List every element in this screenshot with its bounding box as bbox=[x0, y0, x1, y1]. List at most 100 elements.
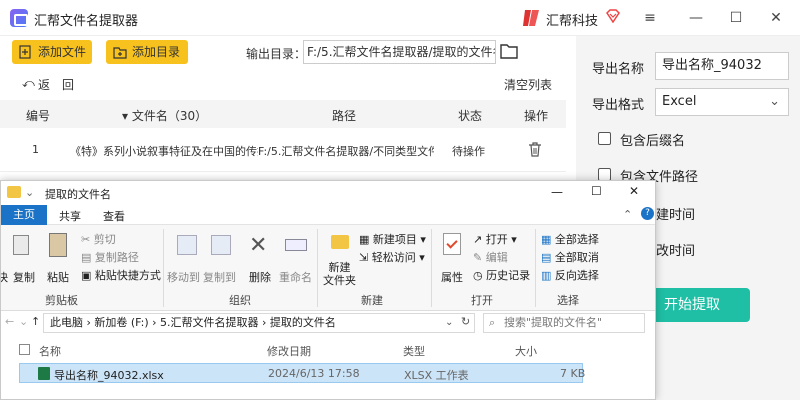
app-titlebar: 汇帮文件名提取器 汇帮科技 ≡ — ☐ ✕ bbox=[0, 0, 800, 36]
explorer-titlebar: ⌄ 提取的文件名 — ☐ ✕ bbox=[1, 181, 655, 205]
easy-access-icon: ⇲ bbox=[359, 251, 372, 264]
explorer-maximize-button[interactable]: ☐ bbox=[591, 184, 602, 198]
folder-icon bbox=[7, 186, 21, 198]
edit-icon: ✎ bbox=[473, 251, 486, 264]
file-size: 7 KB bbox=[560, 367, 586, 380]
invert-selection-icon: ▥ bbox=[541, 269, 555, 282]
export-format-value: Excel bbox=[662, 94, 697, 109]
explorer-close-button[interactable]: ✕ bbox=[629, 184, 639, 198]
suffix-checkbox[interactable] bbox=[598, 132, 611, 145]
invert-selection-button[interactable]: ▥ 反向选择 bbox=[541, 267, 599, 283]
col-name[interactable]: 名称 bbox=[39, 343, 61, 359]
select-all-icon: ▦ bbox=[541, 233, 555, 246]
search-placeholder: 搜索"提取的文件名" bbox=[504, 316, 603, 329]
col-size[interactable]: 大小 bbox=[515, 343, 537, 359]
app-title: 汇帮文件名提取器 bbox=[34, 14, 139, 29]
col-status: 状态 bbox=[458, 109, 483, 123]
back-arrow-icon[interactable]: ⤺ bbox=[22, 76, 35, 91]
search-icon: ⌕ bbox=[489, 316, 496, 329]
help-icon[interactable]: ? bbox=[641, 207, 654, 220]
menu-icon[interactable]: ≡ bbox=[640, 8, 660, 28]
rename-button[interactable]: 重命名 bbox=[279, 269, 312, 285]
explorer-window: ⌄ 提取的文件名 — ☐ ✕ 主页 共享 查看 ⌃ ? 快 复制 粘贴 ✂ 剪切… bbox=[0, 180, 656, 400]
edit-button[interactable]: ✎ 编辑 bbox=[473, 249, 508, 265]
select-all-checkbox[interactable] bbox=[19, 344, 30, 355]
open-group-label: 打开 bbox=[471, 294, 493, 307]
select-all-button[interactable]: ▦ 全部选择 bbox=[541, 231, 599, 247]
explorer-tabs: 主页 共享 查看 ⌃ ? bbox=[1, 205, 655, 225]
easy-access-button[interactable]: ⇲ 轻松访问 ▾ bbox=[359, 249, 425, 265]
nav-parent-icon[interactable]: ↑ bbox=[31, 315, 40, 328]
col-type[interactable]: 类型 bbox=[403, 343, 425, 359]
file-name: 导出名称_94032.xlsx bbox=[54, 369, 164, 382]
properties-button[interactable]: 属性 bbox=[441, 269, 463, 285]
row-status: 待操作 bbox=[452, 145, 485, 158]
home-button[interactable]: 回 bbox=[62, 76, 74, 93]
ribbon-collapse-icon[interactable]: ⌃ bbox=[623, 208, 632, 221]
address-path-field[interactable]: 此电脑 › 新加卷 (F:) › 5.汇帮文件名提取器 › 提取的文件名 bbox=[43, 313, 475, 333]
breadcrumb: 此电脑 › 新加卷 (F:) › 5.汇帮文件名提取器 › 提取的文件名 bbox=[50, 316, 336, 329]
ribbon: 快 复制 粘贴 ✂ 剪切 ▤ 复制路径 ▣ 粘贴快捷方式 剪贴板 移动到 复制到… bbox=[1, 225, 655, 311]
export-format-label: 导出格式 bbox=[592, 98, 645, 113]
clear-list-button[interactable]: 清空列表 bbox=[504, 76, 552, 93]
paste-shortcut-button[interactable]: ▣ 粘贴快捷方式 bbox=[81, 267, 161, 283]
nav-up-icon[interactable]: ⌄ bbox=[19, 315, 28, 328]
col-modified[interactable]: 修改日期 bbox=[267, 343, 311, 359]
copy-to-button[interactable]: 复制到 bbox=[203, 269, 236, 285]
copy-icon bbox=[13, 235, 29, 255]
new-item-button[interactable]: ▦ 新建项目 ▾ bbox=[359, 231, 426, 247]
browse-folder-icon[interactable] bbox=[500, 43, 518, 59]
output-dir-label: 输出目录： bbox=[246, 47, 307, 61]
list-item[interactable]: 导出名称_94032.xlsx 2024/6/13 17:58 XLSX 工作表… bbox=[19, 363, 586, 383]
nav-back-icon[interactable]: ← bbox=[5, 315, 14, 328]
output-dir-field[interactable]: F:/5.汇帮文件名提取器/提取的文件名 bbox=[303, 40, 496, 64]
delete-icon: ✕ bbox=[249, 233, 268, 258]
explorer-minimize-button[interactable]: — bbox=[551, 185, 563, 199]
export-name-label: 导出名称 bbox=[592, 62, 645, 77]
row-index: 1 bbox=[32, 143, 39, 156]
ribbon-divider bbox=[317, 229, 318, 307]
close-button[interactable]: ✕ bbox=[766, 8, 786, 28]
tab-view[interactable]: 查看 bbox=[103, 208, 125, 224]
delete-row-icon[interactable] bbox=[528, 142, 542, 157]
address-dropdown-icon[interactable]: ⌄ bbox=[445, 317, 453, 328]
new-folder-button[interactable]: 新建 文件夹 bbox=[323, 261, 356, 287]
refresh-icon[interactable]: ↻ bbox=[461, 315, 470, 328]
quick-access-icon[interactable]: ⌄ bbox=[25, 186, 34, 199]
col-filename[interactable]: ▾ 文件名（30） bbox=[122, 107, 207, 124]
table-row[interactable]: 1 《特》系列小说叙事特征及在中国的传播研 F:/5.汇帮文件名提取器/不同类型… bbox=[0, 128, 566, 172]
xlsx-file-icon bbox=[38, 367, 50, 380]
select-none-button[interactable]: ▤ 全部取消 bbox=[541, 249, 599, 265]
file-modified: 2024/6/13 17:58 bbox=[268, 367, 360, 380]
explorer-search-input[interactable]: ⌕ 搜索"提取的文件名" bbox=[483, 313, 645, 333]
open-button[interactable]: ↗ 打开 ▾ bbox=[473, 231, 517, 247]
paste-button[interactable]: 粘贴 bbox=[47, 269, 69, 285]
clipboard-group-label: 剪贴板 bbox=[45, 294, 78, 307]
properties-icon bbox=[443, 233, 461, 255]
vip-diamond-icon[interactable] bbox=[606, 9, 620, 23]
add-file-button[interactable]: 添加文件 bbox=[12, 40, 92, 64]
history-button[interactable]: ◷ 历史记录 bbox=[473, 267, 530, 283]
export-name-input[interactable]: 导出名称_94032 bbox=[655, 52, 789, 80]
back-button[interactable]: 返 bbox=[38, 76, 50, 93]
add-directory-button[interactable]: 添加目录 bbox=[106, 40, 188, 64]
add-folder-icon bbox=[113, 47, 127, 59]
create-time-checkbox-label: 建时间 bbox=[656, 208, 696, 223]
minimize-button[interactable]: — bbox=[686, 8, 706, 28]
move-to-button[interactable]: 移动到 bbox=[167, 269, 200, 285]
copy-path-icon: ▤ bbox=[81, 251, 95, 264]
chevron-down-icon: ⌄ bbox=[769, 94, 780, 109]
new-folder-icon bbox=[331, 235, 349, 249]
tab-share[interactable]: 共享 bbox=[59, 208, 81, 224]
new-group-label: 新建 bbox=[361, 294, 383, 307]
ribbon-partial-label[interactable]: 快 bbox=[1, 269, 8, 285]
row-filename: 《特》系列小说叙事特征及在中国的传播研 bbox=[70, 145, 258, 158]
maximize-button[interactable]: ☐ bbox=[726, 8, 746, 28]
tab-home[interactable]: 主页 bbox=[1, 205, 47, 225]
copy-button[interactable]: 复制 bbox=[13, 269, 35, 285]
delete-button[interactable]: 删除 bbox=[249, 269, 271, 285]
cut-button[interactable]: ✂ 剪切 bbox=[81, 231, 116, 247]
export-format-select[interactable]: Excel ⌄ bbox=[655, 88, 789, 116]
copy-path-button[interactable]: ▤ 复制路径 bbox=[81, 249, 139, 265]
select-group-label: 选择 bbox=[557, 294, 579, 307]
